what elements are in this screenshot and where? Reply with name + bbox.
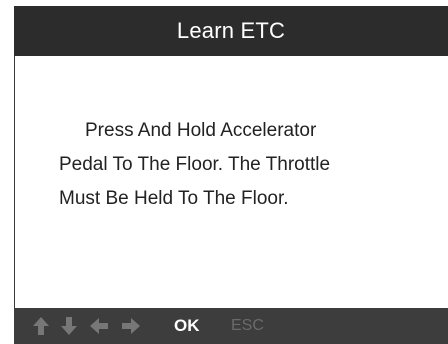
- arrow-left-icon[interactable]: [88, 314, 110, 338]
- arrow-up-icon[interactable]: [30, 314, 52, 338]
- message-panel: Press And Hold Accelerator Pedal To The …: [14, 56, 448, 308]
- message-line-3: Must Be Held To The Floor.: [59, 188, 289, 209]
- arrow-down-icon[interactable]: [58, 314, 80, 338]
- esc-button[interactable]: ESC: [231, 317, 264, 335]
- ok-button[interactable]: OK: [174, 316, 200, 336]
- message-line-1: Press And Hold Accelerator: [85, 120, 317, 141]
- device-screen: Learn ETC Press And Hold Accelerator Ped…: [0, 0, 448, 344]
- arrow-right-icon[interactable]: [120, 314, 142, 338]
- button-bar: OK ESC: [14, 308, 448, 344]
- page-title: Learn ETC: [176, 18, 286, 43]
- message-line-2: Pedal To The Floor. The Throttle: [59, 154, 331, 175]
- title-bar: Learn ETC: [14, 6, 448, 56]
